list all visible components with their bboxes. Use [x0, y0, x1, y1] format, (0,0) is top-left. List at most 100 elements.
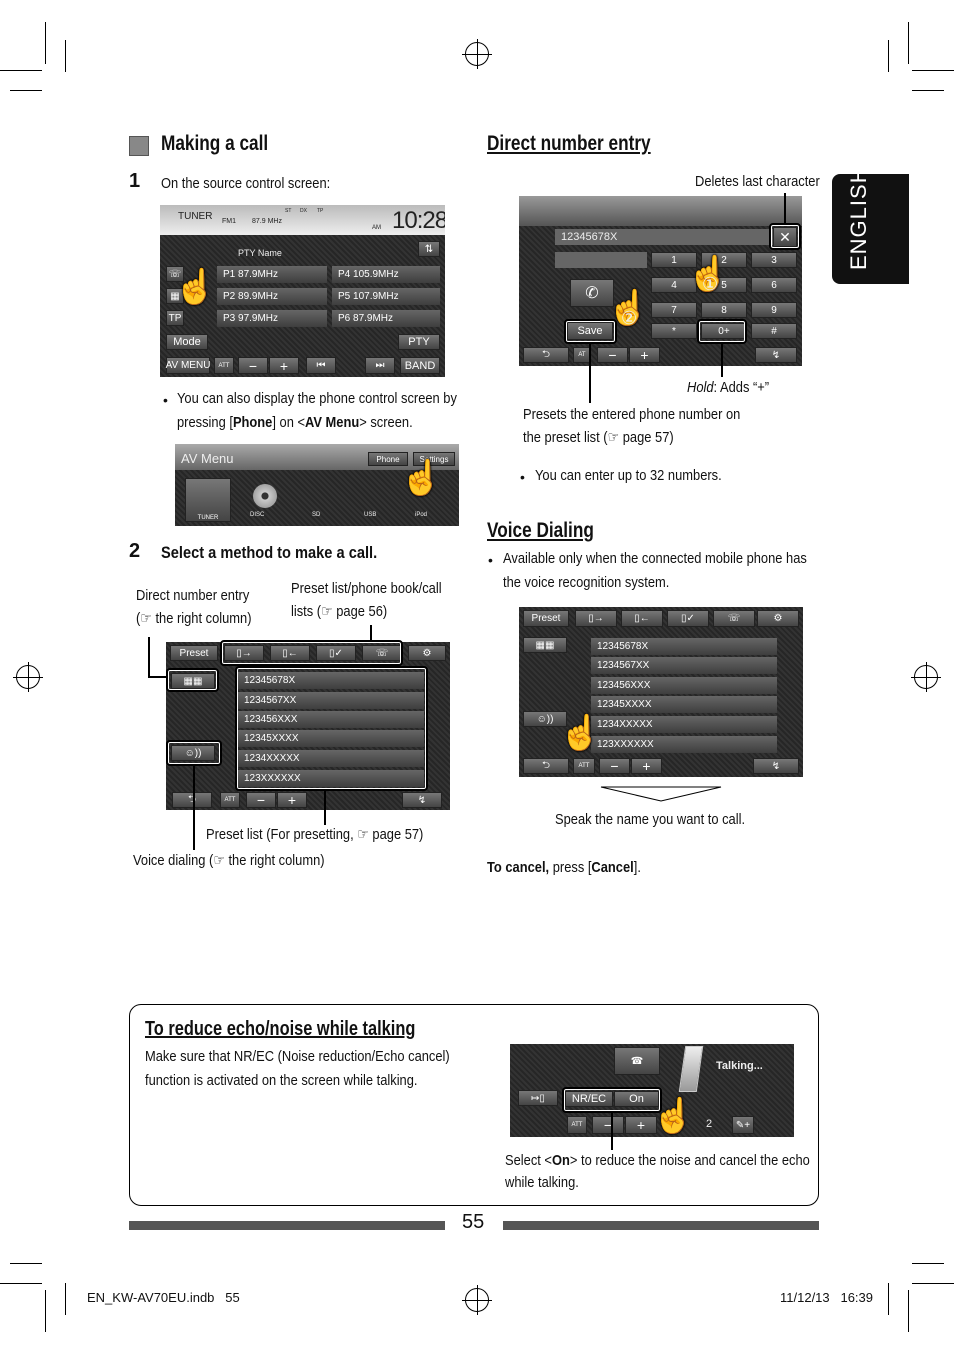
next-button[interactable]: ⏭: [365, 357, 395, 374]
tip-box: To reduce echo/noise while talking Make …: [129, 1004, 819, 1206]
preset-button[interactable]: P5 107.9MHz: [332, 288, 440, 305]
key-star[interactable]: *: [651, 323, 697, 339]
back-button[interactable]: ⮌: [172, 792, 212, 808]
annotation: Preset list/phone book/call: [291, 580, 442, 597]
settings-tab[interactable]: ⚙: [408, 645, 446, 661]
volume-down-button[interactable]: −: [246, 792, 276, 808]
volume-up-button[interactable]: +: [631, 758, 662, 774]
volume-up-button[interactable]: +: [277, 792, 307, 808]
disc-source-button[interactable]: DISC: [250, 512, 264, 518]
key-hash[interactable]: #: [751, 323, 797, 339]
preset-number[interactable]: 123XXXXXX: [591, 736, 777, 753]
hand-pointer-icon: ☝: [400, 459, 443, 497]
tuner-screen: TUNER FM1 87.9 MHz ST DX TP AM 10:28 PTY…: [160, 205, 445, 377]
talking-status: Talking...: [716, 1060, 763, 1072]
preset-button[interactable]: P6 87.9MHz: [332, 310, 440, 327]
footer-bar: [129, 1221, 445, 1230]
preset-number[interactable]: 1234XXXXX: [591, 716, 777, 733]
outgoing-calls-tab[interactable]: ▯←: [621, 610, 663, 627]
annotation: Preset list (For presetting, ☞ page 57): [206, 826, 424, 843]
crop-mark: [912, 70, 954, 71]
phone-switch-button[interactable]: ↯: [755, 347, 797, 363]
preset-tab[interactable]: Preset: [170, 645, 218, 661]
phonebook-tab[interactable]: ▯→: [575, 610, 617, 627]
footer-file: EN_KW-AV70EU.indb 55: [87, 1290, 240, 1305]
registration-mark-icon: [462, 39, 492, 69]
key-3[interactable]: 3: [751, 252, 797, 268]
volume-down-button[interactable]: −: [599, 758, 630, 774]
volume-up-button[interactable]: +: [629, 347, 660, 363]
preset-button[interactable]: P4 105.9MHz: [332, 266, 440, 283]
band-button[interactable]: BAND: [400, 357, 440, 374]
preset-button[interactable]: P1 87.9MHz: [217, 266, 327, 283]
ampm: AM: [372, 225, 381, 231]
ipod-source-button[interactable]: iPod: [415, 512, 427, 518]
disc-icon: [253, 484, 277, 508]
preset-number[interactable]: 1234567XX: [591, 657, 777, 674]
annotation: Deletes last character: [695, 173, 820, 190]
volume-down-button[interactable]: −: [238, 357, 268, 374]
crop-mark: [912, 1283, 954, 1284]
highlight: [166, 740, 222, 766]
annotation: (☞ the right column): [136, 610, 252, 627]
page-number: 55: [462, 1211, 485, 1233]
av-menu-button[interactable]: AV MENU: [166, 357, 210, 374]
mode-button[interactable]: Mode: [166, 334, 208, 350]
volume-up-button[interactable]: +: [269, 357, 299, 374]
missed-calls-tab[interactable]: ▯✓: [667, 610, 709, 627]
leader-line: [721, 343, 723, 377]
crop-mark: [10, 90, 42, 91]
back-button[interactable]: ⮌: [523, 758, 569, 774]
key-8[interactable]: 8: [701, 302, 747, 318]
att-button[interactable]: ATT: [214, 357, 234, 374]
transfer-button[interactable]: ↦▯: [518, 1090, 558, 1106]
bullet-text: Available only when the connected mobile…: [503, 550, 807, 567]
preset-button[interactable]: P3 97.9MHz: [217, 310, 327, 327]
pty-name: PTY Name: [238, 248, 282, 258]
annotation: Speak the name you want to call.: [555, 811, 746, 828]
phonebook-list-tab[interactable]: ☏: [713, 610, 755, 627]
key-7[interactable]: 7: [651, 302, 697, 318]
att-button[interactable]: ATT: [567, 1116, 587, 1134]
volume-down-button[interactable]: −: [592, 1116, 624, 1134]
att-button[interactable]: ATT: [573, 758, 595, 774]
highlight: [562, 1087, 662, 1113]
mic-gain-button[interactable]: ✎+: [732, 1116, 754, 1134]
leader-line: [589, 343, 591, 403]
previous-button[interactable]: ⏮: [306, 357, 336, 374]
arrow-down-icon: [600, 786, 722, 802]
sd-source-button[interactable]: SD: [312, 512, 320, 518]
pty-button[interactable]: PTY: [398, 334, 440, 350]
key-6[interactable]: 6: [751, 277, 797, 293]
crop-mark: [912, 90, 944, 91]
settings-tab[interactable]: ⚙: [757, 610, 799, 627]
phone-switch-button[interactable]: ↯: [402, 792, 442, 808]
phone-switch-button[interactable]: ↯: [753, 758, 799, 774]
end-call-button[interactable]: ☎: [614, 1047, 660, 1075]
preset-number[interactable]: 123456XXX: [591, 677, 777, 694]
preset-number[interactable]: 12345678X: [591, 638, 777, 655]
annotation: the preset list (☞ page 57): [523, 429, 674, 446]
step-marker-1: ①: [702, 274, 719, 294]
crop-mark: [65, 1283, 66, 1315]
highlight: [564, 319, 617, 344]
volume-down-button[interactable]: −: [597, 347, 628, 363]
leader-line: [370, 625, 372, 641]
preset-number[interactable]: 12345XXXX: [591, 696, 777, 713]
annotation: Voice dialing (☞ the right column): [133, 852, 325, 869]
att-button[interactable]: ATT: [220, 792, 240, 808]
key-9[interactable]: 9: [751, 302, 797, 318]
scroll-button[interactable]: ⇅: [418, 241, 440, 257]
tip-title: To reduce echo/noise while talking: [145, 1018, 416, 1040]
preset-tab[interactable]: Preset: [523, 610, 569, 627]
tp-button[interactable]: TP: [166, 310, 184, 326]
secondary-display: [555, 252, 647, 268]
tuner-source-button[interactable]: TUNER: [185, 478, 231, 522]
preset-button[interactable]: P2 89.9MHz: [217, 288, 327, 305]
back-button[interactable]: ⮌: [523, 347, 569, 363]
usb-source-button[interactable]: USB: [364, 512, 376, 518]
keypad-button[interactable]: ▦▦: [523, 637, 567, 653]
registration-mark-icon: [911, 662, 941, 692]
leader-line: [784, 193, 786, 224]
step-text: On the source control screen:: [161, 175, 331, 192]
